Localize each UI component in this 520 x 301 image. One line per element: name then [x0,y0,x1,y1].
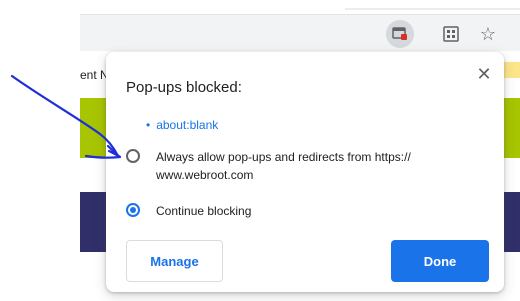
done-button[interactable]: Done [391,240,489,282]
extension-button[interactable] [437,20,465,48]
continue-blocking-label: Continue blocking [156,204,252,218]
popups-blocked-dialog: Pop-ups blocked: ✕ • about:blank Always a… [106,52,504,292]
allow-label: Always allow pop-ups and redirects from … [156,150,411,182]
popup-blocked-icon [392,27,407,40]
continue-blocking-radio[interactable] [126,203,140,217]
extension-icon [443,26,459,42]
bullet-icon: • [146,118,151,132]
page-text-fragment: ent N [80,68,109,82]
dialog-title: Pop-ups blocked: [126,79,242,96]
allow-radio[interactable] [126,149,140,163]
manage-button[interactable]: Manage [126,240,223,282]
close-icon: ✕ [476,63,492,84]
popup-blocked-button[interactable] [386,20,414,48]
page-green-band-left [80,98,108,158]
star-icon: ☆ [479,23,497,44]
blocked-url: about:blank [156,118,219,132]
page-purple-band-left [80,192,108,252]
toolbar-top-line [345,8,520,10]
continue-blocking-option[interactable]: Continue blocking [126,202,486,220]
bookmark-star-button[interactable]: ☆ [474,20,502,48]
close-button[interactable]: ✕ [474,64,494,84]
blocked-popup-link[interactable]: • about:blank [146,118,218,132]
allow-popups-option[interactable]: Always allow pop-ups and redirects from … [126,148,496,184]
